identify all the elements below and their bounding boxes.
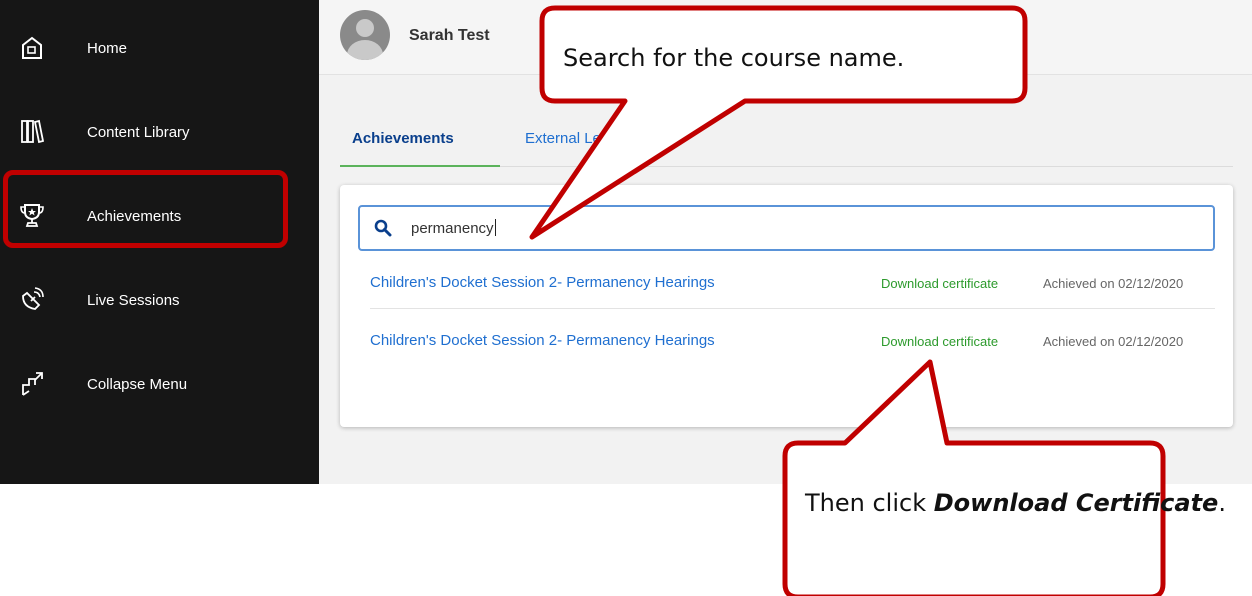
callout-bottom-text: Then click Download Certificate. [805,488,1226,519]
callout-bottom-prefix: Then click [805,489,934,517]
callout-bottom-emphasis: Download Certificate [933,489,1219,517]
callout-top-bubble [529,5,1028,240]
callout-bottom-bubble [782,359,1166,596]
callout-bottom-suffix: . [1218,489,1226,517]
callout-top-text: Search for the course name. [563,44,905,72]
